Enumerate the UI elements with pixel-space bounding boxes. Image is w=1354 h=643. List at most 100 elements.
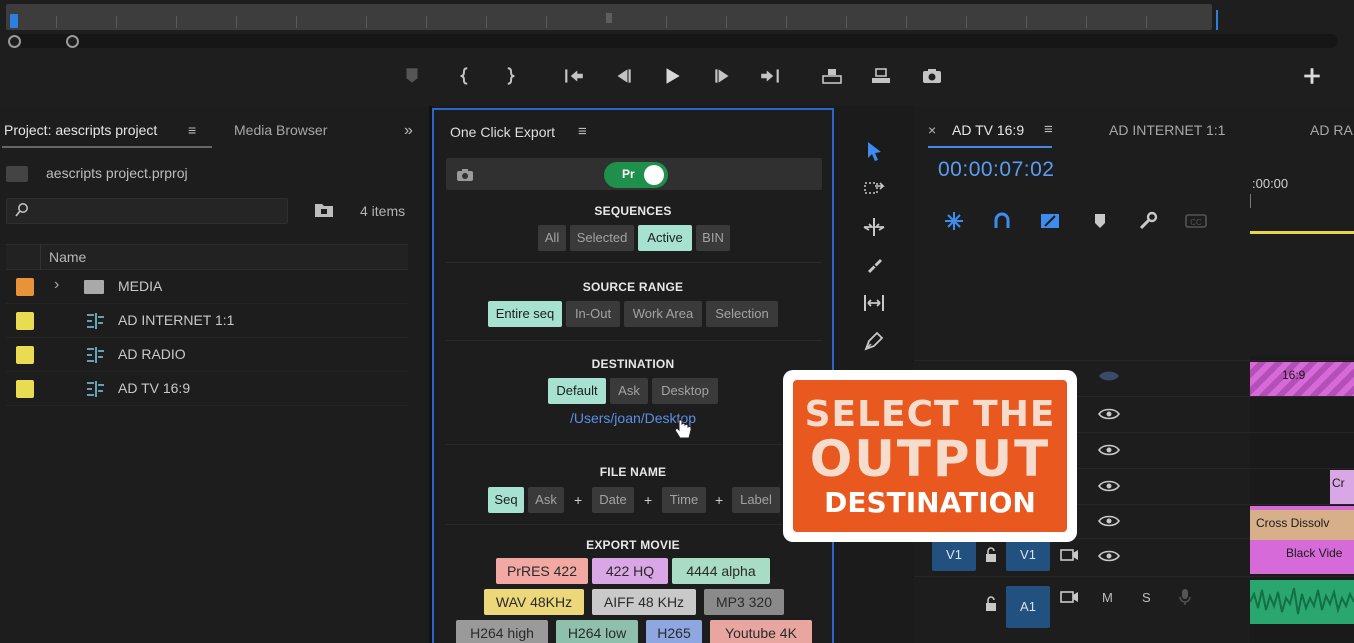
go-to-out-icon[interactable] [756, 62, 784, 90]
mark-out-icon[interactable] [496, 62, 524, 90]
more-panels-icon[interactable]: » [404, 122, 413, 140]
lift-icon[interactable] [818, 62, 846, 90]
track-target-v1[interactable]: V1 [1006, 539, 1050, 571]
play-icon[interactable] [658, 62, 686, 90]
option-seq[interactable]: Seq [488, 487, 524, 513]
option-bin[interactable]: BIN [696, 225, 730, 251]
eye-icon[interactable] [1098, 443, 1120, 457]
option-default[interactable]: Default [548, 378, 606, 404]
razor-tool-icon[interactable] [858, 250, 890, 280]
tab-ad-internet[interactable]: AD INTERNET 1:1 [1109, 122, 1225, 138]
option-ask-name[interactable]: Ask [528, 487, 564, 513]
extract-icon[interactable] [867, 62, 895, 90]
step-forward-icon[interactable] [709, 62, 737, 90]
zoom-scrollbar-right-handle[interactable] [66, 35, 79, 48]
tab-media-browser[interactable]: Media Browser [234, 122, 327, 138]
zoom-scrollbar-left-handle[interactable] [8, 35, 21, 48]
linked-selection-icon[interactable] [990, 210, 1014, 232]
slip-tool-icon[interactable] [858, 288, 890, 318]
track-target-a1[interactable]: A1 [1006, 586, 1050, 628]
mute-button[interactable]: M [1102, 590, 1113, 605]
list-item[interactable]: AD INTERNET 1:1 [6, 304, 408, 338]
clip-cross-dissolve[interactable]: Cross Dissolv [1250, 506, 1354, 540]
option-desktop[interactable]: Desktop [652, 378, 718, 404]
toggle-sync-lock-icon[interactable] [1060, 590, 1080, 604]
format-4444-alpha-button[interactable]: 4444 alpha [672, 558, 770, 584]
clip-black-video[interactable]: Black Vide [1250, 540, 1354, 574]
option-all[interactable]: All [538, 225, 566, 251]
option-time[interactable]: Time [662, 487, 706, 513]
microphone-icon[interactable] [1178, 588, 1192, 606]
option-in-out[interactable]: In-Out [566, 301, 620, 327]
option-entire-seq[interactable]: Entire seq [488, 301, 562, 327]
option-active[interactable]: Active [638, 225, 692, 251]
pen-tool-icon[interactable] [858, 326, 890, 356]
list-item[interactable]: AD RADIO [6, 338, 408, 372]
column-divider[interactable] [40, 244, 41, 270]
lock-icon[interactable] [984, 596, 998, 612]
playhead-marker[interactable] [10, 14, 18, 28]
work-area-bar[interactable] [1250, 231, 1354, 234]
list-item[interactable]: AD TV 16:9 [6, 372, 408, 406]
format-h264-high-button[interactable]: H264 high [456, 620, 548, 643]
toggle-sync-lock-icon[interactable] [1060, 548, 1080, 562]
label-color-swatch[interactable] [16, 380, 34, 398]
panel-menu-icon[interactable]: ≡ [578, 123, 587, 140]
wrench-icon[interactable] [1136, 210, 1160, 232]
eye-icon[interactable] [1098, 479, 1120, 493]
step-back-icon[interactable] [609, 62, 637, 90]
go-to-in-icon[interactable] [560, 62, 588, 90]
clip-cr[interactable]: Cr [1330, 470, 1354, 504]
new-bin-icon[interactable] [314, 202, 334, 218]
close-icon[interactable]: × [928, 122, 936, 138]
option-date[interactable]: Date [592, 487, 634, 513]
label-color-swatch[interactable] [16, 346, 34, 364]
export-frame-icon[interactable] [918, 62, 946, 90]
option-selected[interactable]: Selected [570, 225, 634, 251]
option-work-area[interactable]: Work Area [624, 301, 702, 327]
zoom-scrollbar[interactable] [10, 34, 1338, 48]
audio-clip-a1[interactable] [1249, 580, 1354, 624]
snap-icon[interactable] [942, 210, 966, 232]
option-ask[interactable]: Ask [610, 378, 648, 404]
format-youtube-4k-button[interactable]: Youtube 4K [710, 620, 812, 643]
ruler-center-handle[interactable] [606, 13, 612, 23]
eye-icon[interactable] [1098, 514, 1120, 528]
list-item[interactable]: › MEDIA [6, 270, 408, 304]
nest-icon[interactable] [1038, 210, 1062, 232]
format-h264-low-button[interactable]: H264 low [556, 620, 638, 643]
option-selection[interactable]: Selection [706, 301, 778, 327]
timecode-display[interactable]: 00:00:07:02 [938, 158, 1054, 182]
tab-ad-tv[interactable]: AD TV 16:9 [952, 122, 1024, 138]
panel-menu-icon[interactable]: ≡ [188, 122, 196, 138]
mark-in-icon[interactable] [451, 62, 479, 90]
format-prores-422-button[interactable]: PrRES 422 [496, 558, 588, 584]
panel-menu-icon[interactable]: ≡ [1044, 121, 1053, 138]
add-marker-icon[interactable] [1088, 210, 1112, 232]
label-color-swatch[interactable] [16, 278, 34, 296]
ripple-edit-tool-icon[interactable] [858, 212, 890, 242]
destination-path-link[interactable]: /Users/joan/Desktop [434, 410, 832, 426]
format-aiff-button[interactable]: AIFF 48 KHz [592, 589, 696, 615]
eye-icon[interactable] [1098, 407, 1120, 421]
tab-ad-radio[interactable]: AD RA [1310, 122, 1353, 138]
format-wav-button[interactable]: WAV 48KHz [484, 589, 584, 615]
option-label[interactable]: Label [732, 487, 780, 513]
search-input[interactable] [6, 198, 288, 224]
tab-project[interactable]: Project: aescripts project [4, 122, 157, 138]
format-h265-button[interactable]: H265 [646, 620, 702, 643]
solo-button[interactable]: S [1142, 590, 1151, 605]
captions-icon[interactable]: CC [1184, 210, 1208, 232]
program-time-ruler[interactable] [6, 4, 1218, 30]
track-select-tool-icon[interactable] [858, 174, 890, 204]
premiere-toggle[interactable]: Pr [604, 162, 668, 188]
format-422-hq-button[interactable]: 422 HQ [592, 558, 668, 584]
eye-icon[interactable] [1098, 549, 1120, 563]
add-button-icon[interactable] [1298, 62, 1326, 90]
chevron-right-icon[interactable]: › [54, 276, 59, 294]
column-header-name[interactable]: Name [49, 249, 86, 265]
selection-tool-icon[interactable] [858, 136, 890, 166]
clip-adjustment[interactable]: 16:9 [1250, 362, 1354, 396]
panel-title[interactable]: One Click Export [450, 124, 555, 140]
lock-icon[interactable] [984, 547, 998, 563]
